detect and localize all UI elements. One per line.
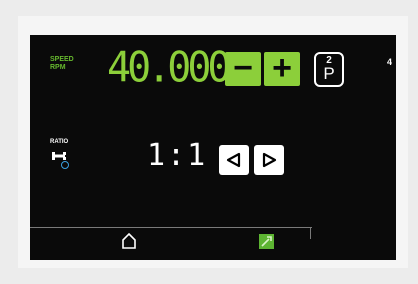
speed-decrease-button[interactable]: − <box>225 49 261 87</box>
channel-number: 4 <box>387 57 393 67</box>
home-icon[interactable] <box>122 232 136 254</box>
ratio-indicator-dot <box>61 161 69 169</box>
speed-increase-button[interactable]: + <box>264 49 300 87</box>
green-tool-icon[interactable] <box>259 234 274 249</box>
ratio-decrease-button[interactable] <box>219 145 249 175</box>
program-button[interactable]: 2 P <box>314 52 344 87</box>
bottom-divider <box>30 227 312 228</box>
program-letter: P <box>323 64 335 83</box>
control-screen: SPEED RPM 40.000 − + 2 P 4 RATIO 1:1 <box>30 35 396 260</box>
speed-label-line1: SPEED <box>50 56 74 63</box>
plus-icon: + <box>272 49 292 87</box>
ratio-label: RATIO <box>50 139 69 145</box>
minus-icon: − <box>233 49 253 87</box>
ratio-increase-button[interactable] <box>254 145 284 175</box>
triangle-left-icon <box>226 152 241 168</box>
speed-rpm-label: SPEED RPM <box>50 56 74 72</box>
ratio-value: 1:1 <box>147 138 208 173</box>
bottom-divider-tick <box>310 227 311 239</box>
speed-label-line2: RPM <box>50 64 66 71</box>
triangle-right-icon <box>262 152 277 168</box>
speed-value: 40.000 <box>107 43 231 93</box>
